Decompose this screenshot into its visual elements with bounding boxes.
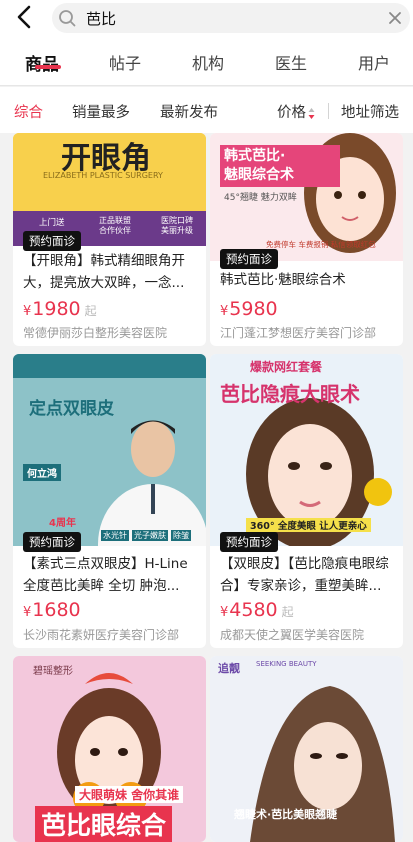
back-arrow-icon[interactable] <box>12 4 38 30</box>
image-tag: 水光针 <box>101 530 129 541</box>
active-tab-indicator <box>35 65 61 69</box>
consult-badge: 预约面诊 <box>23 231 81 251</box>
product-title: 【素式三点双眼皮】H-Line全度芭比美眸 全切 肿泡... <box>23 556 188 594</box>
sort-address-filter[interactable]: 地址筛选 <box>341 101 399 122</box>
image-title: 定点双眼皮 <box>29 399 114 419</box>
sort-arrows-icon <box>308 107 315 119</box>
product-price: ¥1680 <box>23 599 85 621</box>
product-title: 韩式芭比·魅眼综合术 <box>220 272 346 288</box>
currency-symbol: ¥ <box>23 304 32 319</box>
product-price: ¥4580 起 <box>220 599 294 621</box>
clinic-logo-text: 碧瑶整形 <box>33 666 73 677</box>
tab-institutions[interactable]: 机构 <box>173 50 243 74</box>
product-title: 【双眼皮】【芭比隐痕电眼综合】专家亲诊，重塑美眸... <box>220 556 389 594</box>
price-value: 1680 <box>32 599 81 621</box>
sort-divider <box>328 103 329 119</box>
product-card[interactable]: 定点双眼皮 何立鸿 水光针 光子嫩肤 除皱 4周年 预约面诊 【素式三点双眼皮】… <box>13 354 206 648</box>
sort-price-label: 价格 <box>277 105 306 121</box>
tab-users[interactable]: 用户 <box>339 50 409 74</box>
search-input[interactable] <box>86 5 366 31</box>
search-box[interactable] <box>52 3 410 33</box>
image-subtitle: 大眼萌妹 舍你其谁 <box>75 786 184 803</box>
tab-posts[interactable]: 帖子 <box>90 50 160 74</box>
clinic-name: 江门蓬江梦想医疗美容门诊部 <box>220 326 377 340</box>
price-value: 5980 <box>229 298 278 320</box>
product-title: 【开眼角】韩式精细眼角开大，提亮放大双眸，一念... <box>23 253 185 291</box>
price-suffix: 起 <box>84 304 97 318</box>
product-image: 追靓 SEEKING BEAUTY 翘睫术·芭比美眼翘睫 <box>210 656 403 842</box>
sort-price[interactable]: 价格 <box>277 101 315 122</box>
image-subtitle: 360° 全度美眼 让人更亲心 <box>246 518 371 532</box>
image-tag: 光子嫩肤 <box>132 530 168 541</box>
product-card[interactable]: 追靓 SEEKING BEAUTY 翘睫术·芭比美眼翘睫 <box>210 656 403 842</box>
image-subtitle: 45°翘睫 魅力双眸 <box>224 193 297 203</box>
clinic-name: 常德伊丽莎白整形美容医院 <box>23 326 168 340</box>
product-card[interactable]: 韩式芭比· 魅眼综合术 45°翘睫 魅力双眸 免费停车 车费报销 私信领取红包 … <box>210 133 403 346</box>
doctor-name: 何立鸿 <box>23 464 61 481</box>
image-tag: 正品联盟 合作伙伴 <box>99 216 131 235</box>
product-image: 碧瑶整形 大眼萌妹 舍你其谁 芭比眼综合 <box>13 656 206 842</box>
currency-symbol: ¥ <box>220 605 229 620</box>
consult-badge: 预约面诊 <box>220 532 278 552</box>
sort-sales[interactable]: 销量最多 <box>72 101 130 122</box>
clinic-name: 成都天使之翼医学美容医院 <box>220 628 365 642</box>
tab-doctors[interactable]: 医生 <box>256 50 326 74</box>
consult-badge: 预约面诊 <box>23 532 81 552</box>
clear-icon[interactable] <box>386 9 404 27</box>
consult-badge: 预约面诊 <box>220 249 278 269</box>
image-header: 爆款网红套餐 <box>250 360 323 374</box>
image-subtitle: ELIZABETH PLASTIC SURGERY <box>43 171 163 180</box>
image-footer: 免费停车 车费报销 私信领取红包 <box>266 240 376 249</box>
product-image: 爆款网红套餐 芭比隐痕大眼术 360° 全度美眼 让人更亲心 <box>210 354 403 546</box>
product-image: 定点双眼皮 何立鸿 水光针 光子嫩肤 除皱 4周年 <box>13 354 206 546</box>
price-value: 4580 <box>229 599 278 621</box>
product-card[interactable]: 碧瑶整形 大眼萌妹 舍你其谁 芭比眼综合 <box>13 656 206 842</box>
sort-newest[interactable]: 最新发布 <box>160 101 218 122</box>
product-price: ¥5980 <box>220 298 282 320</box>
price-suffix: 起 <box>281 605 294 619</box>
product-image: 韩式芭比· 魅眼综合术 45°翘睫 魅力双眸 免费停车 车费报销 私信领取红包 <box>210 133 403 261</box>
product-card[interactable]: 爆款网红套餐 芭比隐痕大眼术 360° 全度美眼 让人更亲心 预约面诊 【双眼皮… <box>210 354 403 648</box>
search-bar <box>0 0 413 36</box>
price-value: 1980 <box>32 298 81 320</box>
image-tag: 医院口碑 美丽升级 <box>161 216 193 235</box>
image-title: 芭比隐痕大眼术 <box>220 382 360 406</box>
anniversary-label: 4周年 <box>49 518 76 529</box>
tab-products[interactable]: 商品 <box>7 50 77 75</box>
currency-symbol: ¥ <box>23 605 32 620</box>
clinic-name: 长沙雨花素妍医疗美容门诊部 <box>23 628 180 642</box>
currency-symbol: ¥ <box>220 304 229 319</box>
image-tag: 上门送 <box>39 218 65 228</box>
product-price: ¥1980 起 <box>23 298 97 320</box>
product-card[interactable]: 开眼角 ELIZABETH PLASTIC SURGERY 上门送 正品联盟 合… <box>13 133 206 346</box>
product-image: 开眼角 ELIZABETH PLASTIC SURGERY 上门送 正品联盟 合… <box>13 133 206 246</box>
search-icon <box>59 10 76 27</box>
sort-composite[interactable]: 综合 <box>14 101 43 122</box>
brand-logo-text: 追靓 <box>218 662 240 675</box>
image-title: 韩式芭比· 魅眼综合术 <box>220 145 340 187</box>
image-title: 芭比眼综合 <box>35 806 173 842</box>
image-title: 翘睫术·芭比美眼翘睫 <box>234 808 338 821</box>
brand-logo-english: SEEKING BEAUTY <box>256 660 317 668</box>
category-tabs: 商品 帖子 机构 医生 用户 <box>0 36 413 86</box>
image-tag: 除皱 <box>171 530 191 541</box>
sort-bar: 综合 销量最多 最新发布 价格 地址筛选 <box>0 87 413 133</box>
